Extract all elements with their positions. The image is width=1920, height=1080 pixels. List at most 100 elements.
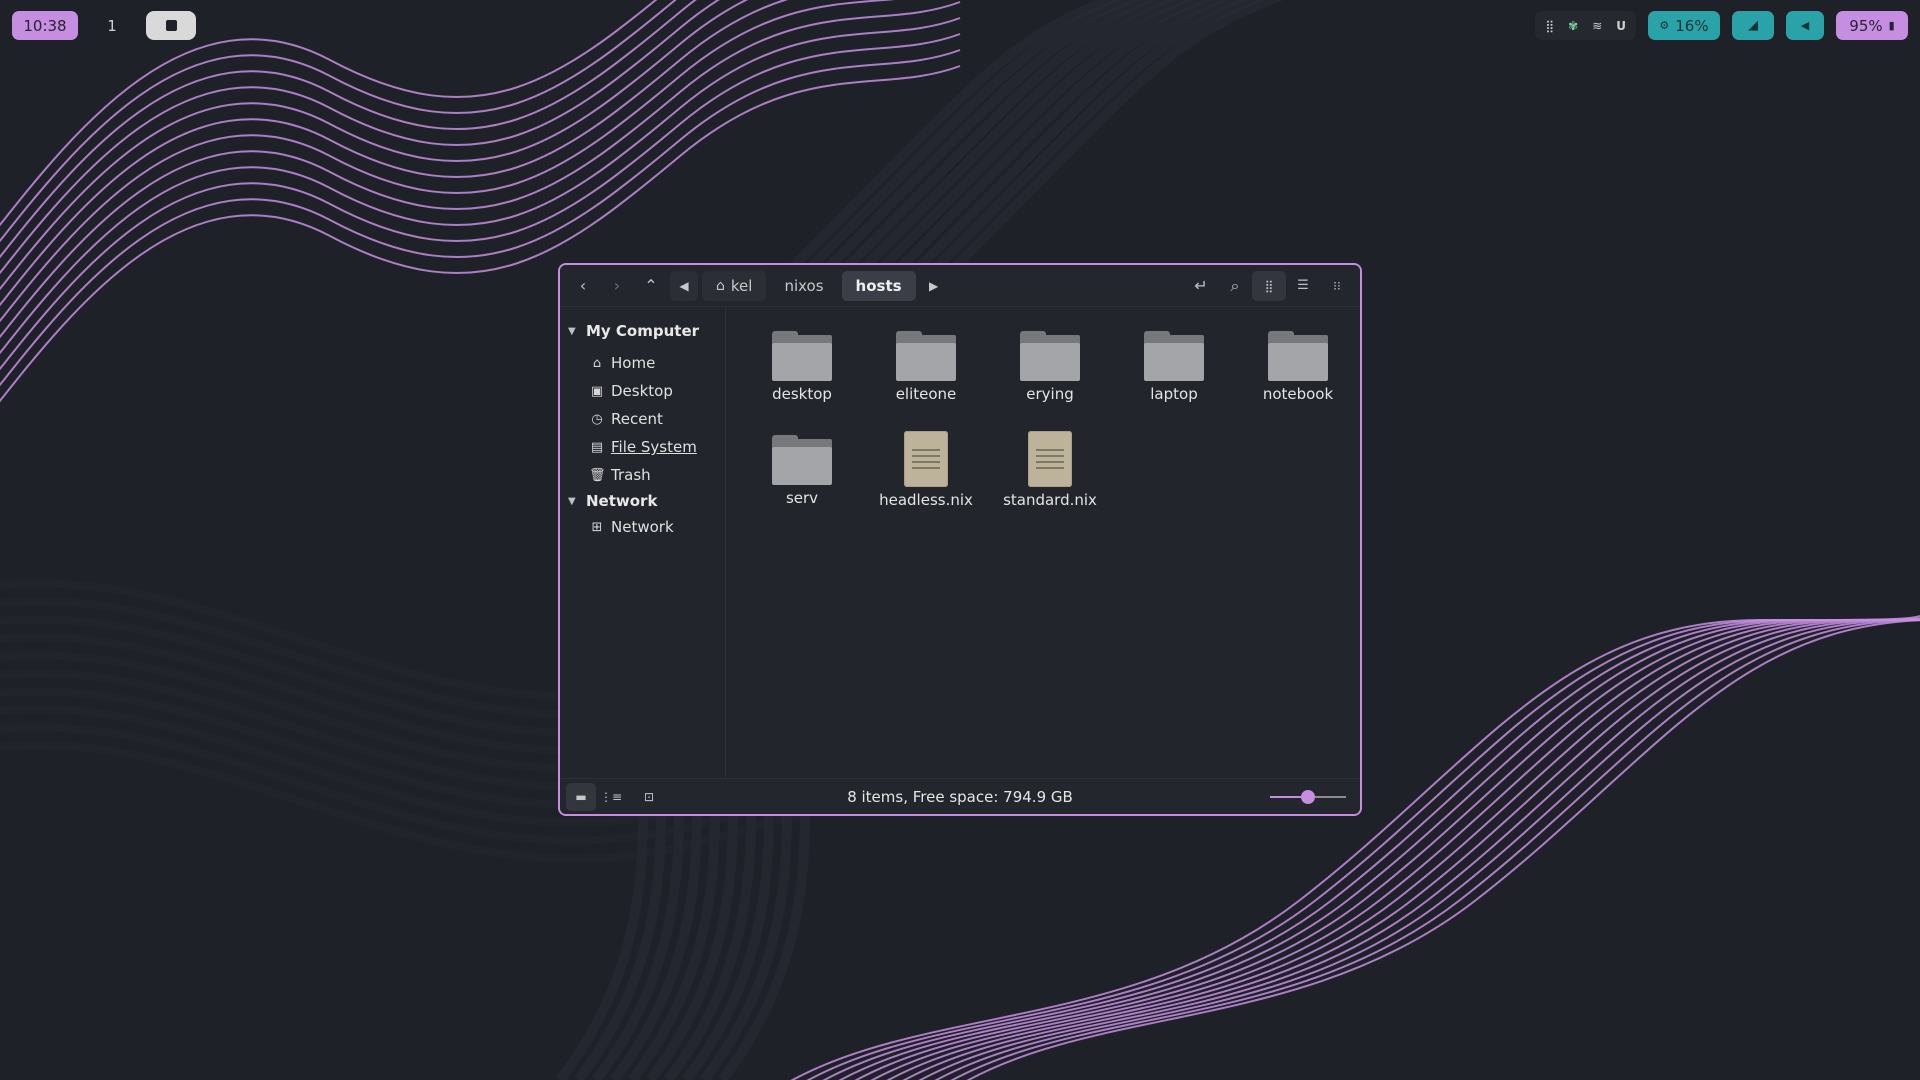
breadcrumb-hosts[interactable]: hosts xyxy=(841,270,916,301)
open-location-button[interactable]: ↵ xyxy=(1184,271,1218,301)
sidebar-item-recent[interactable]: ◷ Recent xyxy=(560,405,725,433)
desktop-icon: ▣ xyxy=(590,383,604,399)
show-tree-button[interactable]: ⋮≡ xyxy=(596,783,626,811)
app-tray-icon[interactable]: ✾ xyxy=(1568,19,1578,33)
expand-triangle-icon: ▼ xyxy=(568,325,576,337)
search-icon: ⌕ xyxy=(1230,275,1240,295)
location-icon: ↵ xyxy=(1194,276,1208,295)
network-icon: ⊞ xyxy=(591,519,603,535)
status-text: 8 items, Free space: 794.9 GB xyxy=(847,787,1073,806)
wifi-icon[interactable]: ≋ xyxy=(1592,19,1602,33)
folder-icon xyxy=(1144,331,1204,381)
folder-icon xyxy=(1268,331,1328,381)
search-button[interactable]: ⌕ xyxy=(1218,271,1252,301)
sidebar-item-file-system[interactable]: ▤ File System xyxy=(560,433,725,461)
compact-view-icon: ⁝⁝ xyxy=(1333,278,1341,293)
clock-icon: ◷ xyxy=(591,411,603,427)
file-name: laptop xyxy=(1150,385,1198,403)
top-bar-left: 10:38 1 xyxy=(12,11,196,40)
up-button[interactable]: ⌃ xyxy=(634,271,668,301)
file-item-headless-nix[interactable]: headless.nix xyxy=(864,431,988,509)
list-view-button[interactable]: ☰ xyxy=(1286,271,1320,301)
file-name: eliteone xyxy=(895,385,957,403)
workspace-active[interactable] xyxy=(146,11,196,40)
cpu-icon: ⚙ xyxy=(1659,19,1670,32)
triangle-right-icon: ▶ xyxy=(928,278,939,293)
breadcrumb-right-button[interactable]: ▶ xyxy=(920,271,948,301)
text-file-icon xyxy=(904,431,948,487)
sidebar-group-my-computer[interactable]: ▼ My Computer xyxy=(560,319,725,343)
status-bar: ▬ ⋮≡ ⊡ 8 items, Free space: 794.9 GB xyxy=(560,778,1360,814)
signal-indicator[interactable]: ◢ xyxy=(1732,11,1774,40)
clock[interactable]: 10:38 xyxy=(12,11,78,40)
toolbar: ‹ › ⌃ ◀ ⌂ kel nixos hosts ▶ ↵ ⌕ ⣿ ☰ ⁝⁝ xyxy=(560,265,1360,307)
magnet-icon[interactable]: U xyxy=(1616,19,1626,33)
battery-icon: ▮ xyxy=(1888,19,1895,32)
breadcrumb-left-button[interactable]: ◀ xyxy=(670,270,698,301)
window-body: ▼ My Computer ⌂ Home ▣ Desktop ◷ Recent … xyxy=(560,307,1360,778)
breadcrumb-kel[interactable]: ⌂ kel xyxy=(702,270,767,301)
workspace-number[interactable]: 1 xyxy=(92,17,132,35)
sidebar-toggle-icon: ⊡ xyxy=(643,789,655,804)
battery-label: 95% xyxy=(1849,16,1883,35)
folder-icon xyxy=(896,331,956,381)
chevron-up-icon: ⌃ xyxy=(644,276,658,295)
file-name: desktop xyxy=(772,385,832,403)
volume-icon: ◀ xyxy=(1800,19,1810,32)
file-item-laptop[interactable]: laptop xyxy=(1112,327,1236,403)
file-item-standard-nix[interactable]: standard.nix xyxy=(988,431,1112,509)
cpu-indicator[interactable]: ⚙ 16% xyxy=(1648,11,1720,40)
volume-indicator[interactable]: ◀ xyxy=(1786,11,1824,40)
top-bar-right: ⣿ ✾ ≋ U ⚙ 16% ◢ ◀ 95% ▮ xyxy=(1535,11,1908,40)
file-item-eliteone[interactable]: eliteone xyxy=(864,327,988,403)
home-icon: ⌂ xyxy=(592,355,602,371)
chevron-left-icon: ‹ xyxy=(579,276,587,295)
zoom-slider[interactable] xyxy=(1270,779,1346,814)
sidebar: ▼ My Computer ⌂ Home ▣ Desktop ◷ Recent … xyxy=(560,307,726,778)
toggle-sidebar-button[interactable]: ⊡ xyxy=(634,783,664,811)
file-view[interactable]: desktop eliteone erying laptop notebook xyxy=(726,307,1360,778)
trash-icon: 🗑︎ xyxy=(589,467,606,483)
show-places-button[interactable]: ▬ xyxy=(566,782,596,811)
chevron-right-icon: › xyxy=(613,276,621,295)
breadcrumb-nixos[interactable]: nixos xyxy=(770,271,837,301)
file-name: erying xyxy=(1026,385,1074,403)
breadcrumb-label: hosts xyxy=(855,276,902,295)
forward-button[interactable]: › xyxy=(600,271,634,301)
sidebar-item-label: Desktop xyxy=(611,382,673,400)
folder-icon xyxy=(772,435,832,485)
sidebar-group-label: My Computer xyxy=(586,322,700,340)
breadcrumb-label: kel xyxy=(730,276,753,295)
sidebar-item-network[interactable]: ⊞ Network xyxy=(560,513,725,541)
folder-small-icon: ▬ xyxy=(575,789,587,804)
triangle-left-icon: ◀ xyxy=(679,278,689,293)
grid-icon[interactable]: ⣿ xyxy=(1545,19,1554,33)
back-button[interactable]: ‹ xyxy=(566,271,600,301)
file-name: notebook xyxy=(1262,385,1334,403)
sidebar-item-label: Home xyxy=(611,354,656,372)
signal-icon: ◢ xyxy=(1748,18,1758,33)
sidebar-item-trash[interactable]: 🗑︎ Trash xyxy=(560,461,725,489)
sidebar-group-label: Network xyxy=(586,492,658,510)
breadcrumb-label: nixos xyxy=(784,276,824,295)
icon-view-button[interactable]: ⣿ xyxy=(1252,270,1286,301)
file-item-desktop[interactable]: desktop xyxy=(740,327,864,403)
zoom-fill xyxy=(1270,796,1301,798)
file-item-serv[interactable]: serv xyxy=(740,431,864,509)
sidebar-item-label: Recent xyxy=(611,410,663,428)
sidebar-group-network[interactable]: ▼ Network xyxy=(560,489,725,513)
sidebar-item-desktop[interactable]: ▣ Desktop xyxy=(560,377,725,405)
list-view-icon: ☰ xyxy=(1297,278,1309,293)
sidebar-item-home[interactable]: ⌂ Home xyxy=(560,349,725,377)
expand-triangle-icon: ▼ xyxy=(568,495,576,507)
battery-indicator[interactable]: 95% ▮ xyxy=(1836,11,1908,40)
file-name: standard.nix xyxy=(1003,491,1097,509)
square-icon xyxy=(165,20,177,31)
text-file-icon xyxy=(1028,431,1072,487)
file-item-notebook[interactable]: notebook xyxy=(1236,327,1360,403)
zoom-handle[interactable] xyxy=(1301,790,1315,804)
file-item-erying[interactable]: erying xyxy=(988,327,1112,403)
compact-view-button[interactable]: ⁝⁝ xyxy=(1320,271,1354,301)
grid-view-icon: ⣿ xyxy=(1264,278,1274,293)
home-icon: ⌂ xyxy=(716,277,725,294)
